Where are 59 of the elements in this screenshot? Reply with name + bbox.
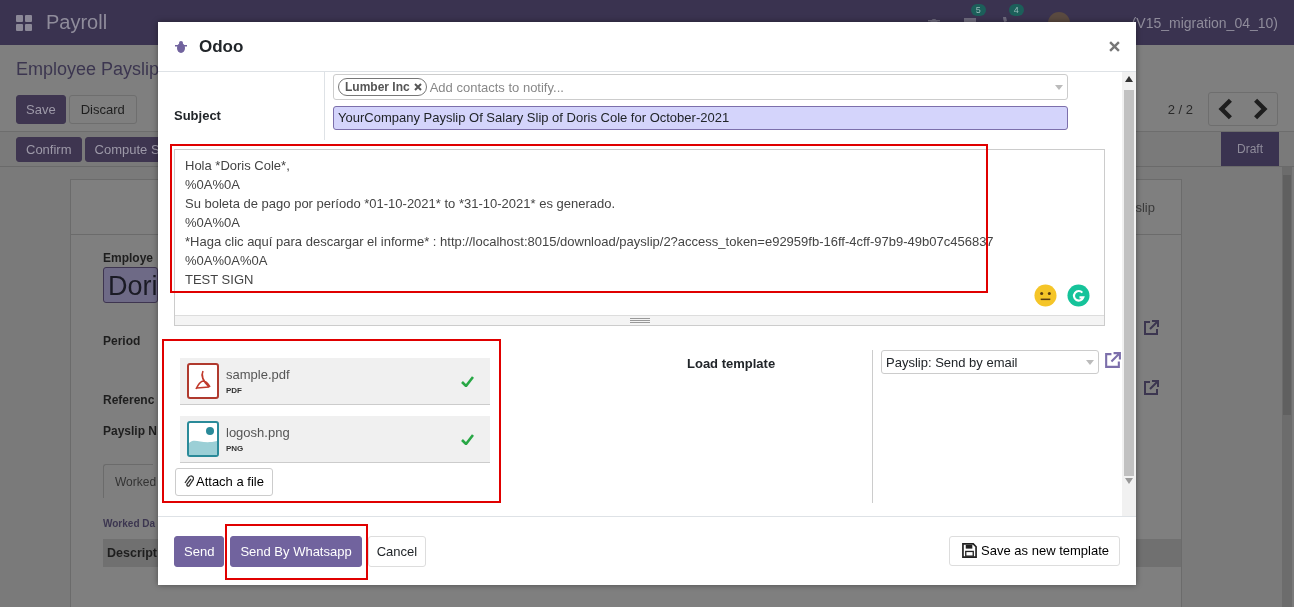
field-label: Load template bbox=[686, 355, 777, 373]
smart-button[interactable]: slip bbox=[1135, 199, 1155, 215]
employee-field[interactable]: Dori bbox=[103, 267, 158, 303]
discard-button[interactable]: Discard bbox=[68, 94, 137, 124]
remove-icon[interactable] bbox=[413, 83, 422, 91]
scrollbar[interactable] bbox=[1282, 167, 1292, 607]
count-badge: 4 bbox=[1008, 3, 1024, 16]
count-badge: 5 bbox=[970, 3, 986, 16]
paperclip-icon bbox=[184, 475, 194, 488]
pager: 2 / 2 bbox=[1167, 101, 1193, 117]
external-link-icon[interactable] bbox=[1103, 351, 1122, 370]
apps-menu-icon[interactable] bbox=[16, 14, 32, 31]
message-line: %0A%0A%0A bbox=[185, 252, 269, 270]
external-link-icon[interactable] bbox=[1142, 319, 1160, 337]
breadcrumb: Employee Payslip bbox=[16, 58, 160, 81]
template-select[interactable]: Payslip: Send by email bbox=[881, 350, 1099, 374]
resize-handle-icon[interactable] bbox=[629, 318, 650, 323]
scrollbar[interactable] bbox=[1122, 72, 1136, 516]
scroll-down-icon[interactable] bbox=[1125, 478, 1133, 484]
dialog-title: Odoo bbox=[199, 36, 245, 57]
file-name: logosh.png bbox=[226, 425, 291, 440]
scroll-up-icon[interactable] bbox=[1125, 76, 1133, 82]
whatsapp-button[interactable]: Send By Whatsapp bbox=[230, 535, 362, 567]
save-button[interactable]: Save bbox=[16, 94, 66, 124]
field-label: Period bbox=[103, 334, 141, 348]
file-type: PDF bbox=[226, 386, 243, 395]
action-button[interactable]: Confirm bbox=[16, 136, 82, 162]
attach-file-button[interactable]: Attach a file bbox=[175, 468, 273, 496]
emoji-icon[interactable] bbox=[1034, 284, 1057, 307]
refresh-icon[interactable] bbox=[1067, 284, 1090, 307]
recipients-field[interactable]: Lumber Inc Add contacts to notify... bbox=[333, 74, 1068, 100]
attachment-card[interactable]: logosh.png PNG bbox=[180, 416, 490, 463]
attachment-card[interactable]: sample.pdf PDF bbox=[180, 358, 490, 405]
status-stage[interactable]: Draft bbox=[1221, 132, 1279, 166]
section-title: Worked Da bbox=[103, 518, 156, 529]
file-name: sample.pdf bbox=[226, 367, 291, 382]
file-type: PNG bbox=[226, 444, 245, 453]
message-line: %0A%0A bbox=[185, 214, 241, 232]
field-label: Employe bbox=[103, 251, 153, 265]
dropdown-caret-icon bbox=[1055, 84, 1063, 90]
app-title: Payroll bbox=[46, 11, 108, 34]
field-label: Subject bbox=[158, 72, 325, 140]
save-template-button[interactable]: Save as new template bbox=[949, 536, 1120, 566]
message-line: TEST SIGN bbox=[185, 271, 255, 289]
dropdown-caret-icon bbox=[1086, 359, 1094, 365]
user-menu[interactable]: (V15_migration_04_10) bbox=[1131, 14, 1278, 31]
image-file-icon bbox=[187, 421, 219, 457]
field-label: Referenc bbox=[103, 393, 155, 407]
message-line: %0A%0A bbox=[185, 176, 241, 194]
bug-icon bbox=[175, 39, 187, 54]
cancel-button[interactable]: Cancel bbox=[367, 535, 427, 567]
close-icon[interactable] bbox=[1109, 41, 1120, 52]
message-line: Hola *Doris Cole*, bbox=[185, 157, 291, 175]
field-label: Payslip N bbox=[103, 424, 158, 438]
message-line: Su boleta de pago por período *01-10-2021* to *31-10-2021* es generado. bbox=[185, 195, 617, 213]
pdf-file-icon bbox=[187, 363, 219, 399]
external-link-icon[interactable] bbox=[1142, 379, 1160, 397]
send-button[interactable]: Send bbox=[174, 535, 225, 567]
subject-field[interactable]: YourCompany Payslip Of Salary Slip of Doris Cole for October-2021 bbox=[333, 106, 1068, 130]
